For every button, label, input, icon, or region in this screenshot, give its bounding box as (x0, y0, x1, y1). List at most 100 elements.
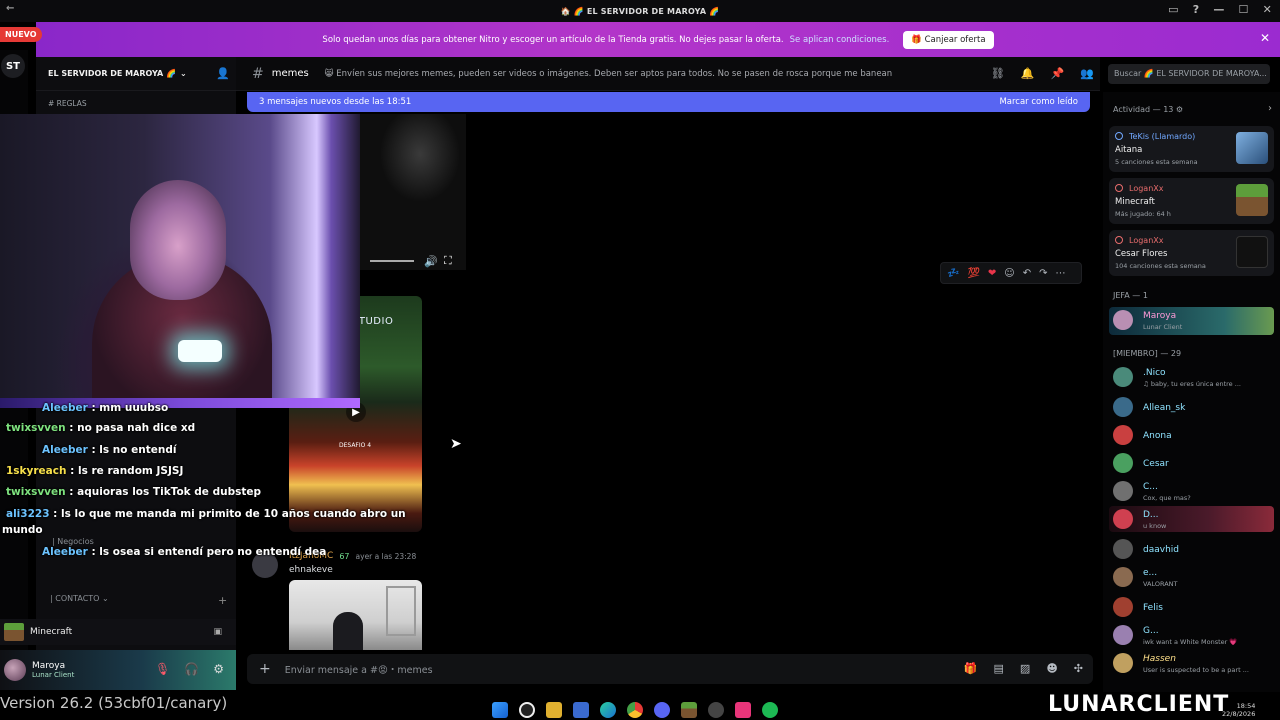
edge-icon[interactable] (600, 702, 616, 718)
reaction-zzz-icon[interactable]: 💤 (947, 268, 959, 279)
member-avatar (1113, 625, 1133, 645)
chat-text: mundo (2, 524, 43, 536)
settings-gear-icon[interactable]: ⚙ (213, 662, 224, 676)
close-window-icon[interactable]: ✕ (1263, 3, 1272, 16)
search-icon[interactable] (519, 702, 535, 718)
gift-icon[interactable]: 🎁 (964, 662, 978, 675)
user-panel[interactable]: Maroya Lunar Client 🎙 🎧 ⚙ (0, 650, 236, 690)
server-icon-st[interactable]: ST (1, 54, 25, 78)
banner-terms-link[interactable]: Se aplican condiciones. (790, 35, 890, 45)
member-row[interactable]: Anona (1109, 422, 1274, 448)
member-row[interactable]: Hassen User is suspected to be a part ... (1109, 650, 1274, 676)
person-head-shape (130, 180, 226, 300)
reaction-100-icon[interactable]: 💯 (967, 268, 979, 279)
close-banner-icon[interactable]: ✕ (1260, 31, 1270, 45)
activity-card[interactable]: LoganXx Minecraft Más jugado: 64 h (1109, 178, 1274, 224)
discord-icon[interactable] (654, 702, 670, 718)
more-options-icon[interactable]: ⋯ (1056, 268, 1066, 279)
redeem-offer-label: Canjear oferta (924, 34, 986, 45)
member-list-icon[interactable]: 👥 (1080, 67, 1094, 80)
mark-read-button[interactable]: Marcar como leído (999, 97, 1078, 107)
spotify-icon[interactable] (762, 702, 778, 718)
fullscreen-icon[interactable]: ⛶ (444, 254, 452, 268)
video-progress[interactable] (370, 260, 414, 262)
chevron-right-icon[interactable]: › (1268, 103, 1272, 114)
channel-topic[interactable]: 😸 Envíen sus mejores memes, pueden ser v… (325, 69, 892, 79)
message-text: ehnakeve (289, 565, 333, 575)
video-attachment[interactable]: 🔊 ⛶ (360, 114, 466, 270)
gif-icon[interactable]: ▤ (994, 662, 1004, 675)
forward-icon[interactable]: ↷ (1039, 268, 1047, 279)
chat-user: twixsvven (6, 486, 66, 498)
back-icon[interactable]: ← (6, 3, 15, 14)
member-row[interactable]: Allean_sk (1109, 394, 1274, 420)
channel-rules[interactable]: # REGLAS (48, 99, 87, 108)
chat-text: : no pasa nah dice xd (69, 422, 196, 434)
window-title: 🏠 🌈 EL SERVIDOR DE MAROYA 🌈 (560, 6, 720, 16)
member-row[interactable]: daavhid (1109, 536, 1274, 562)
minecraft-icon (4, 623, 24, 641)
chat-text: : mm uuubso (91, 402, 169, 414)
member-row[interactable]: D... u know (1109, 506, 1274, 532)
emoji-icon[interactable]: ☻ (1046, 662, 1057, 675)
attach-plus-icon[interactable]: + (259, 661, 271, 677)
image-attachment[interactable] (289, 580, 422, 650)
deafen-icon[interactable]: 🎧 (184, 662, 199, 676)
inbox-icon[interactable]: ▭ (1168, 3, 1179, 16)
member-name: daavhid (1143, 545, 1179, 555)
screen-share-icon[interactable]: ▣ (213, 627, 222, 637)
activity-bar[interactable]: Minecraft ▣ (0, 619, 236, 645)
pin-icon[interactable]: 📌 (1051, 67, 1065, 80)
member-status: VALORANT (1143, 580, 1178, 588)
channel-name: memes (271, 68, 309, 79)
search-input[interactable]: Buscar 🌈 EL SERVIDOR DE MAROYA... (1108, 64, 1270, 84)
obs-icon[interactable] (708, 702, 724, 718)
maximize-icon[interactable]: ☐ (1239, 3, 1249, 16)
member-row[interactable]: Maroya Lunar Client (1109, 307, 1274, 335)
member-row[interactable]: Cesar (1109, 450, 1274, 476)
member-row[interactable]: .Nico ♫ baby, tu eres única entre ... (1109, 364, 1274, 390)
mouse-cursor-icon: ➤ (450, 436, 462, 452)
user-avatar[interactable] (4, 659, 26, 681)
chat-line: 1skyreach : ls re random JSJSJ (6, 465, 183, 477)
category-contacto[interactable]: | CONTACTO ⌄ (50, 594, 109, 603)
negocios-label: | Negocios (52, 537, 94, 546)
nitro-banner: Solo quedan unos días para obtener Nitro… (36, 22, 1280, 57)
reaction-heart-icon[interactable]: ❤ (988, 268, 996, 279)
mute-icon[interactable]: 🎙 (155, 662, 170, 676)
invite-icon[interactable]: 👤 (216, 67, 230, 80)
settings-gear-icon[interactable]: ⚙ (1176, 105, 1183, 114)
threads-icon[interactable]: ⛓ (991, 67, 1005, 80)
message-composer[interactable]: + Enviar mensaje a #😡・memes 🎁 ▤ ▨ ☻ ✣ (247, 654, 1093, 684)
add-channel-icon[interactable]: + (218, 594, 227, 607)
member-row[interactable]: e... VALORANT (1109, 564, 1274, 590)
composer-input[interactable]: Enviar mensaje a #😡・memes (285, 662, 433, 676)
help-icon[interactable]: ? (1193, 3, 1200, 16)
reply-icon[interactable]: ↶ (1023, 268, 1031, 279)
redeem-offer-button[interactable]: 🎁 Canjear oferta (903, 30, 994, 49)
minecraft-icon[interactable] (681, 702, 697, 718)
member-row[interactable]: C... Cox, que mas? (1109, 478, 1274, 504)
tiktok-icon[interactable] (735, 702, 751, 718)
sticker-icon[interactable]: ▨ (1020, 662, 1030, 675)
author-badge: 67 (339, 551, 350, 561)
volume-icon[interactable]: 🔊 (424, 255, 438, 268)
activity-card[interactable]: TeKis (Llamardo) Aitana 5 canciones esta… (1109, 126, 1274, 172)
banner-text: Solo quedan unos días para obtener Nitro… (322, 34, 784, 45)
member-row[interactable]: Felis (1109, 594, 1274, 620)
activity-card[interactable]: LoganXx Cesar Flores 104 canciones esta … (1109, 230, 1274, 276)
member-name: Anona (1143, 431, 1172, 441)
minimize-icon[interactable]: — (1213, 3, 1224, 16)
folder-icon[interactable] (546, 702, 562, 718)
store-icon[interactable] (573, 702, 589, 718)
apps-icon[interactable]: ✣ (1074, 662, 1083, 675)
category-negocios[interactable]: | Negocios (52, 537, 94, 546)
new-messages-bar[interactable]: 3 mensajes nuevos desde las 18:51 Marcar… (247, 92, 1090, 112)
chrome-icon[interactable] (627, 702, 643, 718)
activity-game: Minecraft (30, 627, 73, 637)
member-row[interactable]: G... iwk want a White Monster 💗 (1109, 622, 1274, 648)
notification-bell-icon[interactable]: 🔔 (1021, 67, 1035, 80)
server-header[interactable]: EL SERVIDOR DE MAROYA 🌈 ⌄ 👤 (36, 57, 236, 91)
start-icon[interactable] (492, 702, 508, 718)
add-reaction-icon[interactable]: ☺ (1004, 268, 1014, 279)
